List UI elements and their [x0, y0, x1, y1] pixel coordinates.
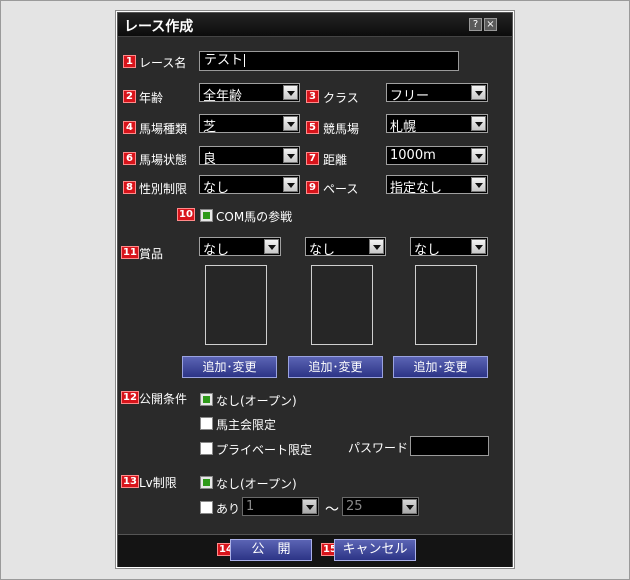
prize-image-3	[415, 265, 477, 345]
distance-select[interactable]: 1000m	[386, 146, 488, 165]
class-value: フリー	[390, 89, 430, 104]
help-icon[interactable]: ?	[469, 18, 482, 31]
racecourse-select[interactable]: 札幌	[386, 114, 488, 135]
text-caret	[244, 54, 246, 67]
prize-image-2	[311, 265, 373, 345]
dialog-title: レース作成	[124, 19, 194, 35]
marker-2: 2	[123, 90, 136, 103]
prize-2-change-button[interactable]: 追加･変更	[288, 356, 383, 378]
chevron-down-icon	[283, 177, 298, 192]
chevron-down-icon	[471, 85, 486, 100]
chevron-down-icon	[471, 177, 486, 192]
pace-value: 指定なし	[390, 181, 443, 196]
chevron-down-icon	[264, 239, 279, 254]
chevron-down-icon	[471, 239, 486, 254]
dialog-footer: 14 公 開 15 キャンセル	[118, 534, 512, 567]
age-label: 年齢	[139, 91, 164, 105]
cancel-button[interactable]: キャンセル	[334, 539, 416, 561]
marker-12: 12	[121, 391, 139, 404]
titlebar: レース作成 ? ×	[118, 13, 512, 37]
publish-open-checkbox[interactable]	[200, 393, 213, 406]
marker-1: 1	[123, 55, 136, 68]
lv-max-select[interactable]: 25	[342, 497, 419, 516]
marker-6: 6	[123, 152, 136, 165]
track-type-label: 馬場種類	[139, 122, 188, 136]
publish-open-label: なし(オープン)	[216, 394, 297, 408]
age-select[interactable]: 全年齢	[199, 83, 300, 104]
prize-1-change-button[interactable]: 追加･変更	[182, 356, 277, 378]
chevron-down-icon	[369, 239, 384, 254]
marker-8: 8	[123, 181, 136, 194]
prize-select-1[interactable]: なし	[199, 237, 281, 258]
chevron-down-icon	[471, 116, 486, 131]
publish-owners-club-checkbox[interactable]	[200, 417, 213, 430]
com-horses-label: COM馬の参戦	[216, 210, 293, 224]
class-select[interactable]: フリー	[386, 83, 488, 104]
close-icon[interactable]: ×	[484, 18, 497, 31]
lv-max-value: 25	[346, 499, 363, 514]
marker-9: 9	[306, 181, 319, 194]
lv-range-separator: ～	[325, 502, 339, 518]
sex-limit-label: 性別制限	[139, 182, 188, 196]
age-value: 全年齢	[203, 89, 243, 104]
chevron-down-icon	[402, 499, 417, 514]
prize-3-value: なし	[414, 243, 441, 258]
race-name-input[interactable]: テスト	[199, 51, 459, 71]
racecourse-label: 競馬場	[323, 122, 360, 136]
publish-conditions-label: 公開条件	[139, 392, 188, 406]
pace-label: ペース	[323, 182, 359, 196]
prize-label: 賞品	[139, 247, 164, 261]
prize-1-value: なし	[203, 243, 230, 258]
chevron-down-icon	[471, 148, 486, 163]
marker-13: 13	[121, 475, 139, 488]
marker-10: 10	[177, 208, 195, 221]
password-input[interactable]	[410, 436, 489, 456]
sex-limit-select[interactable]: なし	[199, 175, 300, 196]
lv-yes-checkbox[interactable]	[200, 501, 213, 514]
prize-image-1	[205, 265, 267, 345]
sex-limit-value: なし	[203, 181, 230, 196]
lv-none-label: なし(オープン)	[216, 477, 297, 491]
marker-11: 11	[121, 246, 139, 259]
lv-yes-label: あり	[216, 502, 241, 516]
chevron-down-icon	[283, 85, 298, 100]
publish-owners-club-label: 馬主会限定	[216, 418, 277, 432]
marker-3: 3	[306, 90, 319, 103]
lv-none-checkbox[interactable]	[200, 476, 213, 489]
race-name-label: レース名	[139, 56, 187, 70]
publish-button[interactable]: 公 開	[230, 539, 312, 561]
racecourse-value: 札幌	[390, 120, 417, 135]
marker-5: 5	[306, 121, 319, 134]
marker-4: 4	[123, 121, 136, 134]
prize-select-3[interactable]: なし	[410, 237, 488, 258]
track-condition-select[interactable]: 良	[199, 146, 300, 167]
race-name-value: テスト	[204, 53, 244, 68]
prize-2-value: なし	[309, 243, 336, 258]
chevron-down-icon	[283, 116, 298, 131]
chevron-down-icon	[283, 148, 298, 163]
lv-min-value: 1	[246, 499, 255, 514]
password-label: パスワード	[348, 441, 409, 455]
class-label: クラス	[323, 91, 359, 105]
distance-label: 距離	[323, 153, 348, 167]
lv-limit-label: Lv制限	[139, 476, 177, 490]
track-condition-value: 良	[203, 152, 217, 167]
publish-private-checkbox[interactable]	[200, 442, 213, 455]
publish-private-label: プライベート限定	[216, 443, 313, 457]
chevron-down-icon	[302, 499, 317, 514]
prize-select-2[interactable]: なし	[305, 237, 386, 258]
race-creation-dialog: レース作成 ? × 1 レース名 テスト 2 年齢 全年齢 3 クラス フリー …	[117, 12, 513, 567]
prize-3-change-button[interactable]: 追加･変更	[393, 356, 488, 378]
track-type-value: 芝	[203, 120, 217, 135]
track-condition-label: 馬場状態	[139, 153, 188, 167]
track-type-select[interactable]: 芝	[199, 114, 300, 135]
pace-select[interactable]: 指定なし	[386, 175, 488, 196]
lv-min-select[interactable]: 1	[242, 497, 319, 516]
com-horses-checkbox[interactable]	[200, 209, 213, 222]
distance-value: 1000m	[390, 148, 436, 163]
marker-7: 7	[306, 152, 319, 165]
